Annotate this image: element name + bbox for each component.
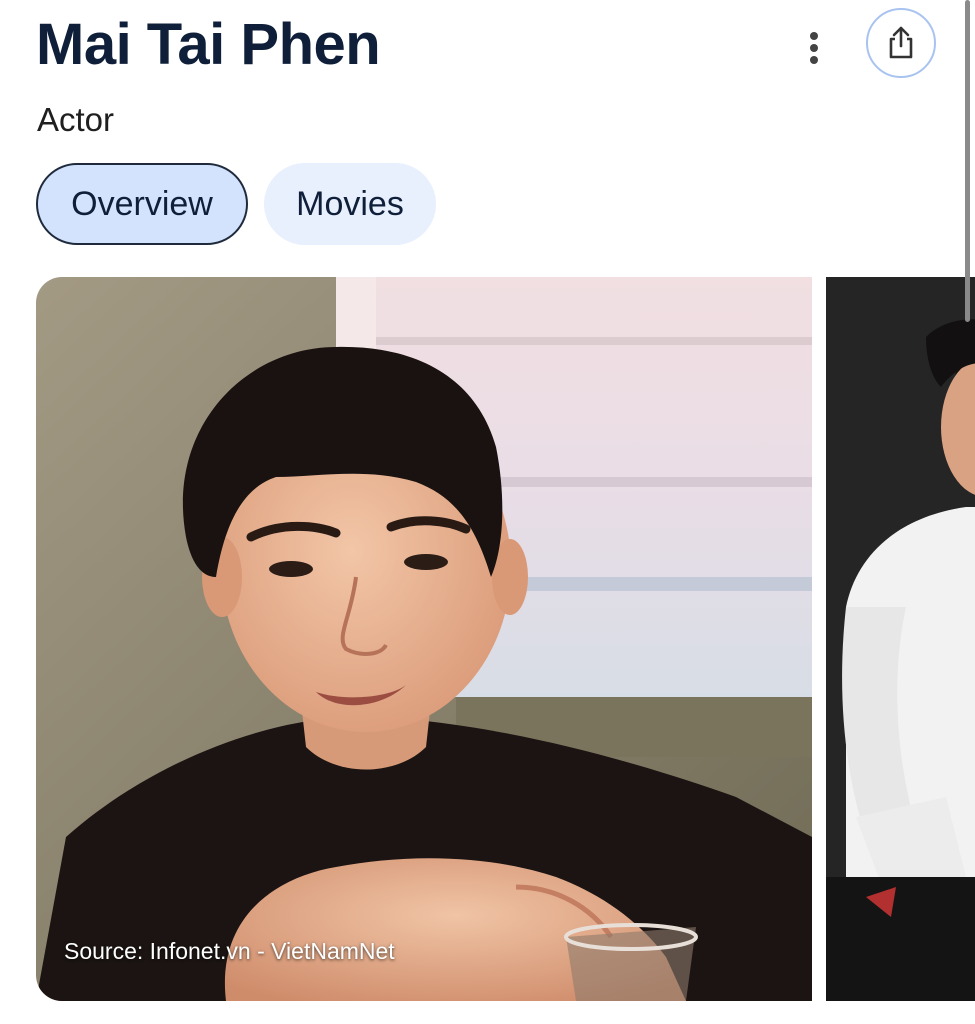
entity-subtitle: Actor (37, 101, 115, 138)
share-icon (889, 26, 913, 59)
tab-movies[interactable]: Movies (264, 163, 436, 245)
tab-overview[interactable]: Overview (36, 163, 248, 245)
share-button[interactable] (866, 8, 936, 78)
more-options-button[interactable] (794, 24, 834, 72)
image-source-caption: Source: Infonet.vn - VietNamNet (64, 938, 395, 964)
main-photo[interactable] (36, 277, 812, 1001)
page-title: Mai Tai Phen (36, 12, 381, 77)
portrait-image-secondary (826, 277, 975, 1001)
portrait-image (36, 277, 812, 1001)
secondary-photo[interactable] (826, 277, 975, 1001)
knowledge-panel: Mai Tai Phen Actor Overview Movies Sourc… (0, 0, 975, 1024)
scrollbar[interactable] (965, 0, 970, 322)
tab-bar: Overview Movies (36, 163, 436, 245)
more-vertical-icon (810, 32, 818, 64)
